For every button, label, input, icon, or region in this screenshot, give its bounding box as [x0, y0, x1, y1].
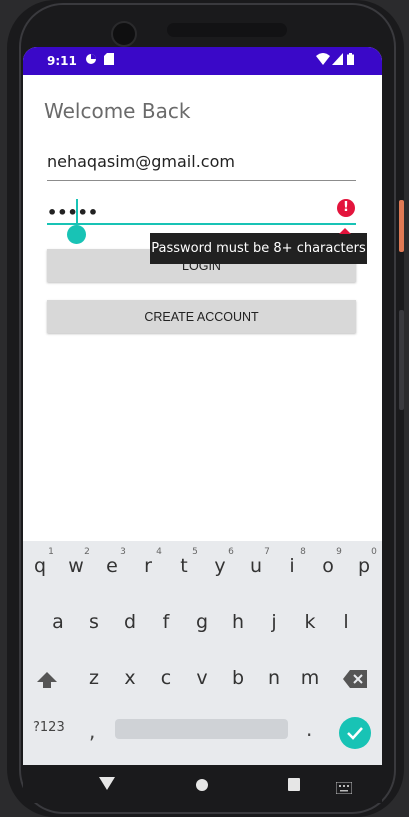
text-cursor [76, 199, 78, 225]
key-a[interactable]: a [43, 611, 73, 633]
recents-icon[interactable] [288, 778, 300, 791]
power-button [399, 200, 404, 252]
error-icon[interactable]: ! [337, 199, 355, 217]
speaker-grille [167, 23, 287, 37]
backspace-icon[interactable] [343, 669, 369, 689]
key-m[interactable]: m [295, 667, 325, 689]
key-n[interactable]: n [259, 667, 289, 689]
key-b[interactable]: b [223, 667, 253, 689]
key-x[interactable]: x [115, 667, 145, 689]
done-check-icon[interactable] [339, 717, 371, 749]
key-v[interactable]: v [187, 667, 217, 689]
sd-card-icon [104, 53, 114, 68]
key-w[interactable]: w [61, 555, 91, 577]
error-message: Password must be 8+ characters [151, 241, 366, 256]
password-value: ••••• [47, 203, 99, 222]
data-saver-icon [85, 53, 97, 68]
front-camera [111, 21, 137, 47]
back-icon[interactable] [99, 777, 115, 790]
key-k[interactable]: k [295, 611, 325, 633]
volume-button [399, 310, 404, 410]
navigation-bar [23, 765, 382, 803]
app-screen: 9:11 Welcome Back nehaqasim@gmail.com ••… [23, 47, 382, 765]
key-r[interactable]: r [133, 555, 163, 577]
soft-keyboard: 1 2 3 4 5 6 7 8 9 0 q w e r t y u i o p … [23, 541, 382, 765]
key-u[interactable]: u [241, 555, 271, 577]
symbols-key[interactable]: ?123 [33, 720, 65, 735]
page-title: Welcome Back [44, 99, 191, 123]
signal-icon [332, 53, 343, 68]
password-field[interactable]: ••••• ! [47, 199, 356, 244]
key-d[interactable]: d [115, 611, 145, 633]
key-c[interactable]: c [151, 667, 181, 689]
key-y[interactable]: y [205, 555, 235, 577]
create-account-button[interactable]: CREATE ACCOUNT [47, 300, 356, 333]
key-h[interactable]: h [223, 611, 253, 633]
shift-icon[interactable] [35, 669, 59, 693]
password-error-tooltip: Password must be 8+ characters [150, 228, 367, 264]
battery-icon [347, 53, 354, 68]
key-z[interactable]: z [79, 667, 109, 689]
space-bar[interactable] [115, 719, 288, 739]
period-key[interactable]: . [306, 717, 312, 741]
key-q[interactable]: q [25, 555, 55, 577]
key-p[interactable]: p [349, 555, 379, 577]
key-e[interactable]: e [97, 555, 127, 577]
status-time: 9:11 [47, 54, 77, 68]
wifi-icon [316, 53, 330, 68]
comma-key[interactable]: , [89, 719, 95, 743]
key-s[interactable]: s [79, 611, 109, 633]
key-f[interactable]: f [151, 611, 181, 633]
key-t[interactable]: t [169, 555, 199, 577]
cursor-handle[interactable] [67, 225, 86, 244]
email-field[interactable]: nehaqasim@gmail.com [47, 152, 356, 181]
key-j[interactable]: j [259, 611, 289, 633]
home-icon[interactable] [196, 779, 208, 791]
key-g[interactable]: g [187, 611, 217, 633]
keyboard-switch-icon[interactable] [335, 779, 353, 795]
key-l[interactable]: l [331, 611, 361, 633]
tooltip-arrow [339, 228, 351, 234]
status-bar: 9:11 [23, 47, 382, 75]
key-i[interactable]: i [277, 555, 307, 577]
key-o[interactable]: o [313, 555, 343, 577]
